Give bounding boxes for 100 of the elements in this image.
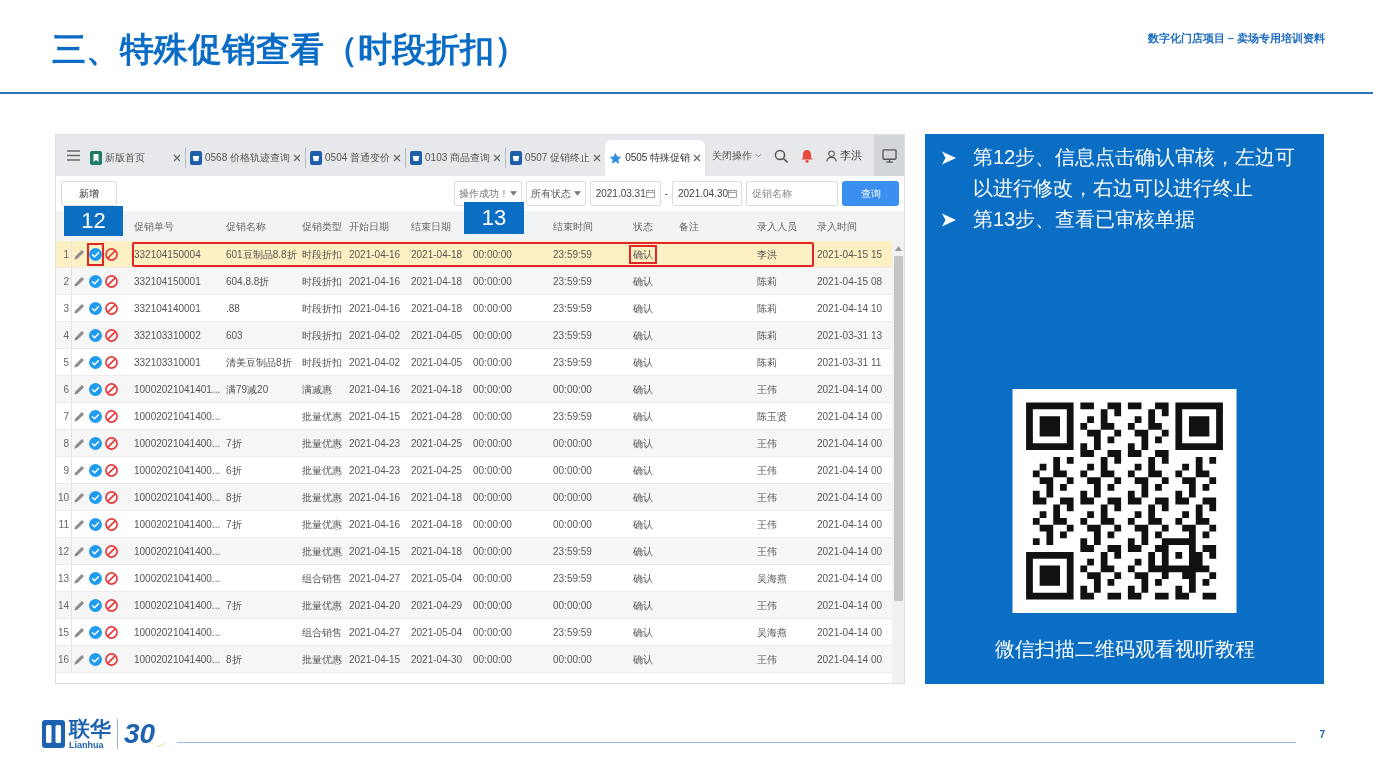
- page-number: 7: [1319, 727, 1325, 742]
- close-icon[interactable]: [493, 154, 502, 162]
- ban-icon[interactable]: [105, 382, 118, 396]
- pencil-icon[interactable]: [73, 355, 86, 369]
- table-cell: 00:00:00: [473, 248, 512, 260]
- ban-icon[interactable]: [105, 544, 118, 558]
- monitor-button[interactable]: [874, 135, 904, 176]
- pencil-icon[interactable]: [73, 409, 86, 423]
- check-circle-icon[interactable]: [89, 463, 102, 477]
- pencil-icon[interactable]: [73, 274, 86, 288]
- status-dropdown[interactable]: 所有状态: [525, 181, 586, 206]
- table-row[interactable]: 11 10002021041400... 7折 批量优惠 2021-04-16 2021-04-18 00:00:00 00:00:00 确认 王伟 2021-04-14 00: [56, 511, 892, 538]
- pencil-icon[interactable]: [73, 328, 86, 342]
- table-row[interactable]: 15 10002021041400... 组合销售 2021-04-27 2021-05-04 00:00:00 23:59:59 确认 吴海燕 2021-04-14 00: [56, 619, 892, 646]
- ban-icon[interactable]: [105, 571, 118, 585]
- table-cell: 00:00:00: [473, 383, 512, 395]
- check-circle-icon[interactable]: [89, 301, 102, 315]
- close-actions-menu[interactable]: 关闭操作: [712, 148, 762, 163]
- table-row[interactable]: 16 10002021041400... 8折 批量优惠 2021-04-15 2021-04-30 00:00:00 00:00:00 确认 王伟 2021-04-14 00: [56, 646, 892, 673]
- close-icon[interactable]: [173, 154, 181, 162]
- pencil-icon[interactable]: [73, 301, 86, 315]
- pencil-icon[interactable]: [73, 463, 86, 477]
- scrollbar[interactable]: [892, 241, 904, 683]
- check-circle-icon[interactable]: [89, 571, 102, 585]
- check-circle-icon[interactable]: [89, 625, 102, 639]
- tab[interactable]: 0568 价格轨迹查询: [186, 140, 306, 176]
- menu-icon[interactable]: [67, 150, 80, 161]
- table-row[interactable]: 4 332103310002 603 时段折扣 2021-04-02 2021-04-05 00:00:00 23:59:59 确认 陈莉 2021-03-31 13: [56, 322, 892, 349]
- check-circle-icon[interactable]: [89, 328, 102, 342]
- check-circle-icon[interactable]: [89, 274, 102, 288]
- pencil-icon[interactable]: [73, 436, 86, 450]
- star-icon: [609, 151, 623, 165]
- pencil-icon[interactable]: [73, 247, 86, 261]
- user-menu[interactable]: 李洪: [826, 147, 862, 164]
- check-circle-icon[interactable]: [89, 382, 102, 396]
- ban-icon[interactable]: [105, 625, 118, 639]
- ban-icon[interactable]: [105, 652, 118, 666]
- close-icon[interactable]: [593, 154, 602, 162]
- check-circle-icon[interactable]: [89, 517, 102, 531]
- ban-icon[interactable]: [105, 301, 118, 315]
- ban-icon[interactable]: [105, 598, 118, 612]
- table-row[interactable]: 13 10002021041400... 组合销售 2021-04-27 2021-05-04 00:00:00 23:59:59 确认 吴海燕 2021-04-14 00: [56, 565, 892, 592]
- tab[interactable]: 新版首页: [86, 140, 185, 176]
- tab[interactable]: 0103 商品查询: [406, 140, 506, 176]
- table-cell: 批量优惠: [302, 653, 342, 665]
- scrollbar-thumb[interactable]: [893, 256, 903, 601]
- ban-icon[interactable]: [105, 436, 118, 450]
- ban-icon[interactable]: [105, 274, 118, 288]
- step-text: 第13步、查看已审核单据: [973, 207, 1197, 232]
- table-cell: 00:00:00: [473, 464, 512, 476]
- check-circle-icon[interactable]: [89, 652, 102, 666]
- table-row[interactable]: 14 10002021041400... 7折 批量优惠 2021-04-20 2021-04-29 00:00:00 00:00:00 确认 王伟 2021-04-14 00: [56, 592, 892, 619]
- date-field[interactable]: 2021.03.31: [589, 181, 661, 206]
- check-circle-icon[interactable]: [89, 436, 102, 450]
- pencil-icon[interactable]: [73, 625, 86, 639]
- ban-icon[interactable]: [105, 490, 118, 504]
- check-circle-icon[interactable]: [89, 247, 102, 261]
- ban-icon[interactable]: [105, 247, 118, 261]
- pencil-icon[interactable]: [73, 544, 86, 558]
- ban-icon[interactable]: [105, 409, 118, 423]
- table-cell: 2021-04-14 00: [817, 653, 883, 665]
- add-button[interactable]: 新增: [61, 181, 117, 206]
- check-circle-icon[interactable]: [89, 490, 102, 504]
- pencil-icon[interactable]: [73, 571, 86, 585]
- table-row[interactable]: 12 10002021041400... 批量优惠 2021-04-15 2021-04-18 00:00:00 23:59:59 确认 王伟 2021-04-14 00: [56, 538, 892, 565]
- table-row[interactable]: 3 332104140001 .88 时段折扣 2021-04-16 2021-04-18 00:00:00 23:59:59 确认 陈莉 2021-04-14 10: [56, 295, 892, 322]
- table-row[interactable]: 8 10002021041400... 7折 批量优惠 2021-04-23 2021-04-25 00:00:00 00:00:00 确认 王伟 2021-04-14 00: [56, 430, 892, 457]
- arrow-up-icon[interactable]: [894, 246, 902, 251]
- ban-icon[interactable]: [105, 355, 118, 369]
- date-field[interactable]: 2021.04.30: [672, 181, 742, 206]
- tab[interactable]: 0504 普通变价: [306, 140, 406, 176]
- ban-icon[interactable]: [105, 463, 118, 477]
- check-circle-icon[interactable]: [89, 544, 102, 558]
- close-icon[interactable]: [293, 154, 302, 162]
- tab[interactable]: 0505 特殊促销: [605, 140, 706, 176]
- table-row[interactable]: 9 10002021041400... 6折 批量优惠 2021-04-23 2021-04-25 00:00:00 00:00:00 确认 王伟 2021-04-14 00: [56, 457, 892, 484]
- check-circle-icon[interactable]: [89, 409, 102, 423]
- search-icon[interactable]: [774, 148, 788, 163]
- check-circle-icon[interactable]: [89, 598, 102, 612]
- close-icon[interactable]: [393, 154, 402, 162]
- table-row[interactable]: 2 332104150001 604.8.8折 时段折扣 2021-04-16 2021-04-18 00:00:00 23:59:59 确认 陈莉 2021-04-15 08: [56, 268, 892, 295]
- ban-icon[interactable]: [105, 517, 118, 531]
- table-cell: 确认: [633, 491, 653, 503]
- table-cell: 确认: [633, 437, 653, 449]
- table-row[interactable]: 7 10002021041400... 批量优惠 2021-04-15 2021-04-28 00:00:00 23:59:59 确认 陈玉贤 2021-04-14 00: [56, 403, 892, 430]
- pencil-icon[interactable]: [73, 598, 86, 612]
- table-row[interactable]: 6 10002021041401... 满79减20 满减惠 2021-04-16 2021-04-18 00:00:00 00:00:00 确认 王伟 2021-04-14 00: [56, 376, 892, 403]
- table-row[interactable]: 1 332104150004 601豆制品8.8折 时段折扣 2021-04-16 2021-04-18 00:00:00 23:59:59 确认 李洪 2021-04-15 15: [56, 241, 892, 268]
- search-field[interactable]: 促销名称: [746, 181, 838, 206]
- pencil-icon[interactable]: [73, 382, 86, 396]
- bell-icon[interactable]: [800, 148, 814, 163]
- pencil-icon[interactable]: [73, 490, 86, 504]
- pencil-icon[interactable]: [73, 652, 86, 666]
- table-row[interactable]: 5 332103310001 清美豆制品8折 时段折扣 2021-04-02 2021-04-05 00:00:00 23:59:59 确认 陈莉 2021-03-31 11: [56, 349, 892, 376]
- tab[interactable]: 0507 促销终止: [506, 140, 606, 176]
- check-circle-icon[interactable]: [89, 355, 102, 369]
- ban-icon[interactable]: [105, 328, 118, 342]
- pencil-icon[interactable]: [73, 517, 86, 531]
- close-icon[interactable]: [693, 154, 702, 162]
- table-row[interactable]: 10 10002021041400... 8折 批量优惠 2021-04-16 2021-04-18 00:00:00 00:00:00 确认 王伟 2021-04-14 00: [56, 484, 892, 511]
